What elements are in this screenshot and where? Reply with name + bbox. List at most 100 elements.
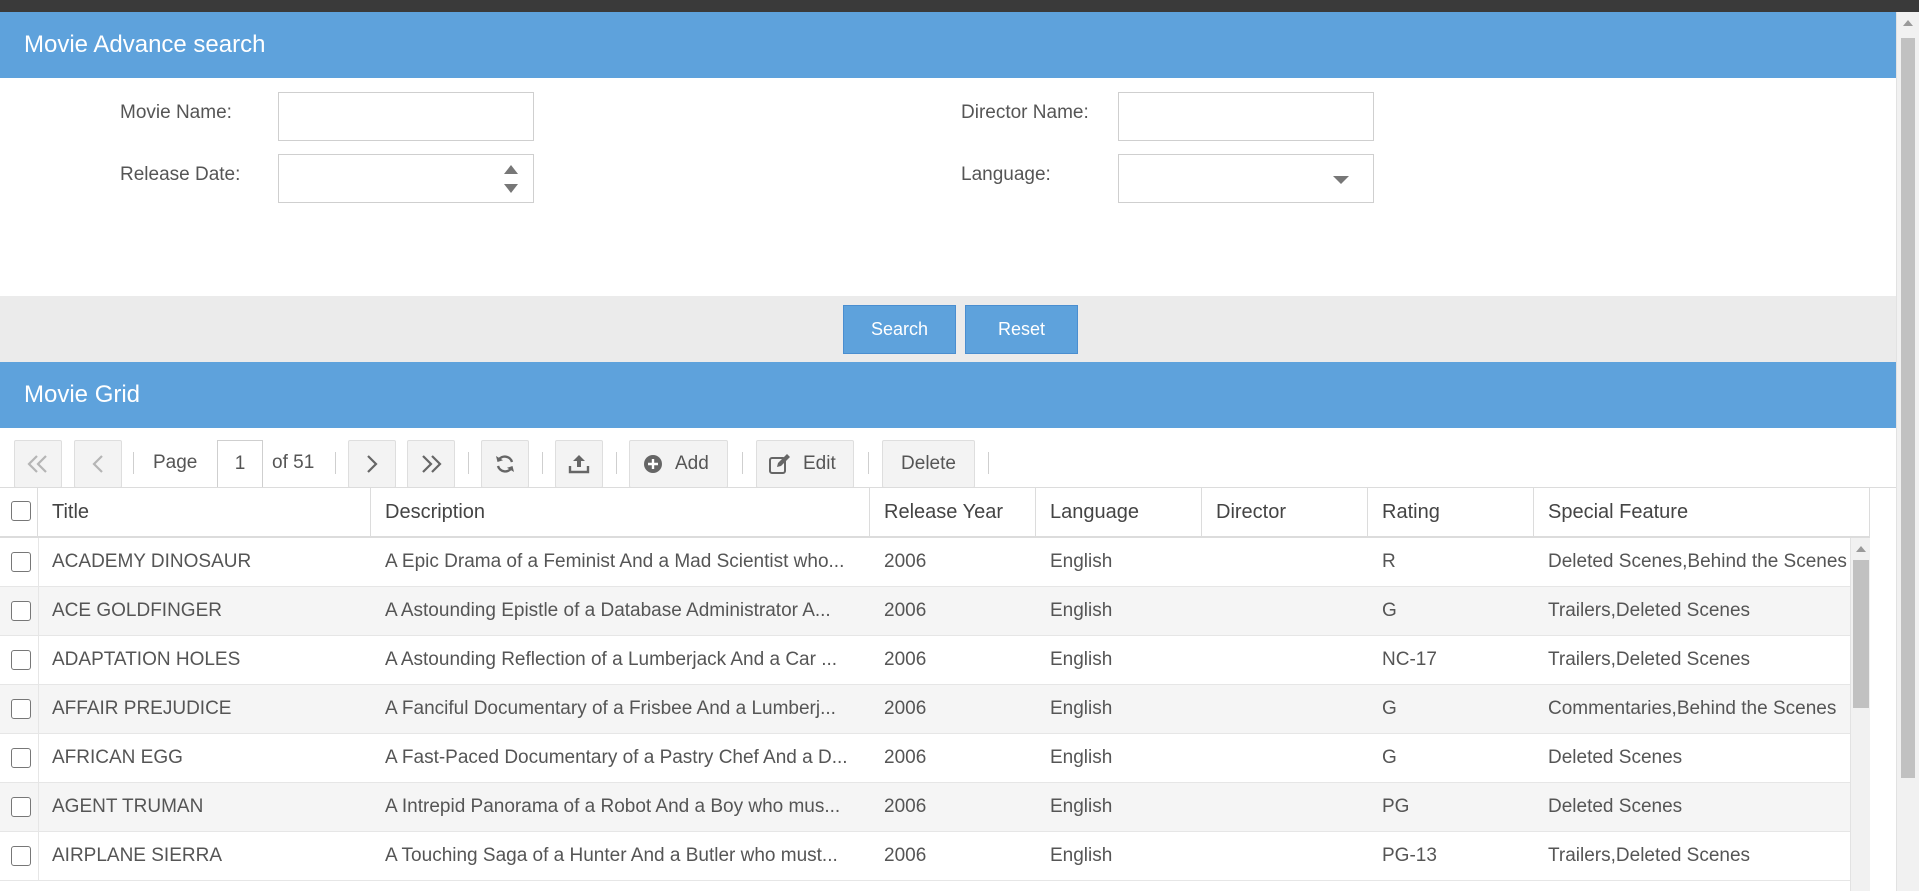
column-header-special-feature[interactable]: Special Feature (1534, 488, 1870, 536)
column-header-release-year[interactable]: Release Year (870, 488, 1036, 536)
cell-description: A Astounding Epistle of a Database Admin… (385, 600, 831, 621)
grid-panel-title: Movie Grid (0, 362, 1896, 428)
toolbar-separator (868, 452, 869, 474)
cell-rating: G (1382, 698, 1397, 719)
cell-title: AIRPLANE SIERRA (52, 845, 222, 866)
window-scrollbar[interactable] (1896, 12, 1919, 891)
column-header-language[interactable]: Language (1036, 488, 1202, 536)
refresh-button[interactable] (481, 440, 529, 488)
toolbar-separator (468, 452, 469, 474)
cell-rating: NC-17 (1382, 649, 1437, 670)
cell-director (1216, 783, 1366, 831)
double-chevron-left-icon (15, 441, 61, 487)
row-divider (38, 734, 39, 783)
export-button[interactable] (555, 440, 603, 488)
search-panel-title: Movie Advance search (0, 12, 1896, 78)
row-divider (38, 783, 39, 832)
cell-director (1216, 587, 1366, 635)
cell-rating: G (1382, 747, 1397, 768)
cell-language: English (1050, 747, 1113, 768)
language-label: Language: (961, 164, 1051, 185)
prev-page-button[interactable] (74, 440, 122, 488)
row-checkbox[interactable] (11, 699, 31, 719)
cell-rating: PG (1382, 796, 1410, 817)
add-button[interactable]: Add (629, 440, 728, 488)
row-checkbox[interactable] (11, 552, 31, 572)
cell-special-feature: Trailers,Deleted Scenes (1548, 845, 1751, 866)
select-all-cell (0, 488, 38, 536)
director-name-label: Director Name: (961, 102, 1089, 123)
row-checkbox[interactable] (11, 650, 31, 670)
spin-down-icon[interactable] (504, 184, 518, 193)
cell-description: A Fast-Paced Documentary of a Pastry Che… (385, 747, 848, 768)
table-row[interactable]: ACADEMY DINOSAUR A Epic Drama of a Femin… (0, 538, 1850, 587)
cell-special-feature: Trailers,Deleted Scenes (1548, 649, 1751, 670)
cell-title: ACADEMY DINOSAUR (52, 551, 252, 572)
browser-top-strip (0, 0, 1919, 12)
cell-language: English (1050, 600, 1113, 621)
row-divider (38, 832, 39, 881)
toolbar-separator (616, 452, 617, 474)
cell-title: ADAPTATION HOLES (52, 649, 241, 670)
grid-header: Title Description Release Year Language … (0, 488, 1870, 538)
table-row[interactable]: AFRICAN EGG A Fast-Paced Documentary of … (0, 734, 1850, 783)
cell-director (1216, 685, 1366, 733)
search-button[interactable]: Search (843, 305, 956, 354)
table-row[interactable]: ACE GOLDFINGER A Astounding Epistle of a… (0, 587, 1850, 636)
row-divider (38, 685, 39, 734)
language-select[interactable] (1118, 154, 1374, 203)
toolbar-separator (335, 452, 336, 474)
table-row[interactable]: AFFAIR PREJUDICE A Fanciful Documentary … (0, 685, 1850, 734)
table-row[interactable]: ADAPTATION HOLES A Astounding Reflection… (0, 636, 1850, 685)
edit-button[interactable]: Edit (756, 440, 854, 488)
toolbar-separator (742, 452, 743, 474)
cell-language: English (1050, 845, 1113, 866)
page-number-input[interactable]: 1 (217, 440, 263, 488)
window-scrollbar-thumb[interactable] (1901, 38, 1915, 778)
cell-release-year: 2006 (884, 796, 927, 817)
toolbar-separator (542, 452, 543, 474)
movie-name-input[interactable] (278, 92, 534, 141)
row-checkbox[interactable] (11, 748, 31, 768)
row-checkbox[interactable] (11, 601, 31, 621)
cell-rating: R (1382, 551, 1396, 572)
column-header-rating[interactable]: Rating (1368, 488, 1534, 536)
reset-button[interactable]: Reset (965, 305, 1078, 354)
next-page-button[interactable] (348, 440, 396, 488)
director-name-input[interactable] (1118, 92, 1374, 141)
first-page-button[interactable] (14, 440, 62, 488)
column-header-director[interactable]: Director (1202, 488, 1368, 536)
row-checkbox[interactable] (11, 846, 31, 866)
select-all-checkbox[interactable] (11, 501, 31, 521)
chevron-right-icon (349, 441, 395, 487)
movie-name-label: Movie Name: (120, 102, 232, 123)
spin-up-icon[interactable] (504, 165, 518, 174)
cell-rating: PG-13 (1382, 845, 1437, 866)
scroll-up-icon[interactable] (1856, 546, 1866, 552)
release-date-label: Release Date: (120, 164, 241, 185)
cell-special-feature: Deleted Scenes,Behind the Scenes (1548, 551, 1847, 572)
cell-release-year: 2006 (884, 600, 927, 621)
cell-title: AFFAIR PREJUDICE (52, 698, 232, 719)
scroll-up-icon[interactable] (1903, 20, 1913, 26)
release-date-input[interactable] (278, 154, 534, 203)
cell-release-year: 2006 (884, 551, 927, 572)
toolbar-separator (133, 452, 134, 474)
cell-director (1216, 636, 1366, 684)
table-row[interactable]: AIRPLANE SIERRA A Touching Saga of a Hun… (0, 832, 1850, 881)
column-header-description[interactable]: Description (371, 488, 870, 536)
cell-special-feature: Commentaries,Behind the Scenes (1548, 698, 1837, 719)
delete-button[interactable]: Delete (882, 440, 975, 488)
last-page-button[interactable] (407, 440, 455, 488)
upload-icon (556, 441, 602, 487)
toolbar-separator (988, 452, 989, 474)
caret-down-icon (1333, 176, 1349, 184)
column-header-title[interactable]: Title (38, 488, 371, 536)
cell-language: English (1050, 796, 1113, 817)
table-row[interactable]: AGENT TRUMAN A Intrepid Panorama of a Ro… (0, 783, 1850, 832)
release-date-spinner[interactable] (503, 163, 519, 195)
grid-scrollbar[interactable] (1850, 538, 1870, 891)
grid-scrollbar-thumb[interactable] (1853, 560, 1869, 708)
row-checkbox[interactable] (11, 797, 31, 817)
edit-icon (768, 441, 792, 487)
